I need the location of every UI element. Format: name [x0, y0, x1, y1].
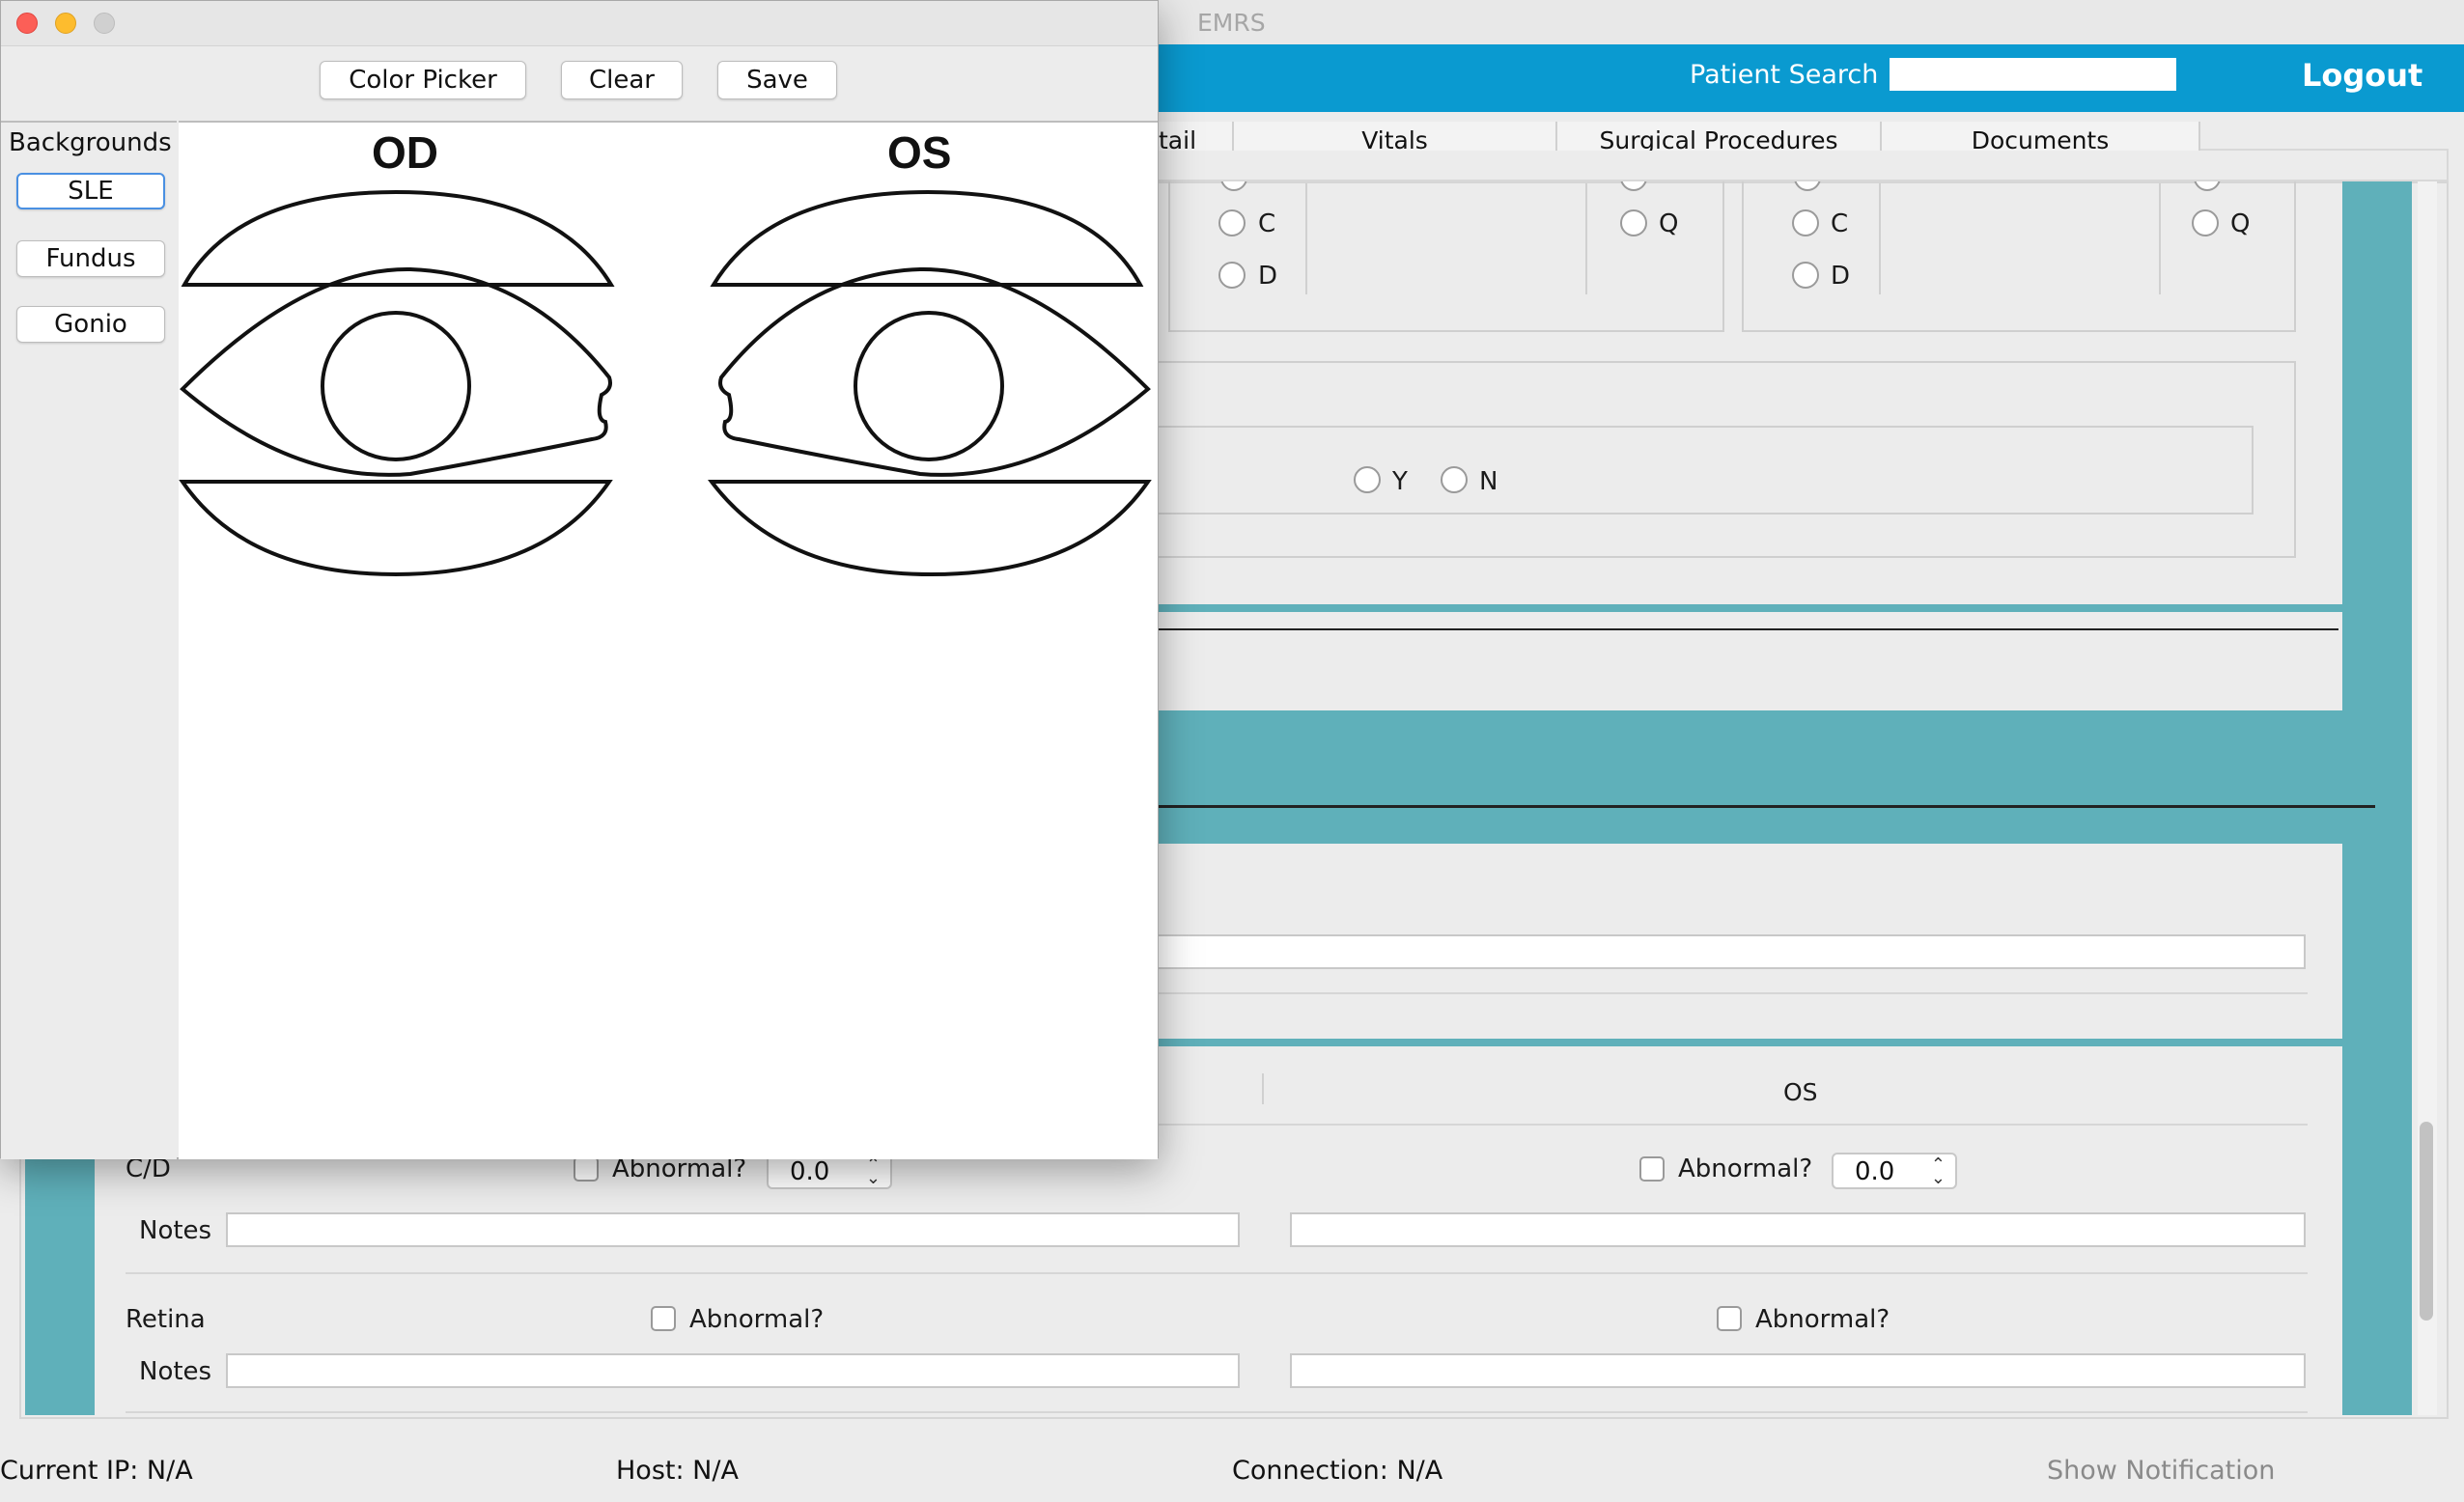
logout-button[interactable]: Logout	[2302, 57, 2422, 94]
panel-top-cover	[1159, 151, 2414, 180]
minimize-window-icon[interactable]	[55, 13, 76, 34]
radio-c-os[interactable]	[1792, 209, 1819, 236]
radio-yes[interactable]	[1354, 466, 1381, 493]
yn-panel-inner	[1149, 426, 2254, 515]
cd-os-abnormal-checkbox[interactable]	[1639, 1156, 1665, 1182]
cd-os-spinner[interactable]: 0.0 ⌃ ⌄	[1832, 1153, 1957, 1189]
drawing-title-bar	[1, 1, 1158, 46]
wide-notes-field[interactable]	[1149, 934, 2306, 969]
column-divider	[1262, 1073, 1264, 1104]
cd-od-abnormal-checkbox[interactable]	[574, 1156, 599, 1182]
radio-no[interactable]	[1441, 466, 1468, 493]
radio-q-od[interactable]	[1620, 209, 1647, 236]
color-picker-button[interactable]: Color Picker	[320, 61, 526, 99]
scrollbar-thumb[interactable]	[2420, 1122, 2433, 1321]
os-eye-diagram	[708, 190, 1152, 577]
row-divider	[126, 1272, 2308, 1274]
current-ip-status: Current IP: N/A	[0, 1456, 193, 1486]
host-status: Host: N/A	[616, 1456, 739, 1486]
os-eye-outline	[718, 266, 1151, 477]
tab-strip-line	[1159, 180, 2449, 181]
patient-search-input[interactable]	[1890, 58, 2176, 91]
section-rule	[1149, 628, 2338, 630]
os-iris-shape	[854, 311, 1004, 461]
abnormal-label: Abnormal?	[1678, 1154, 1813, 1183]
radio-d-od[interactable]	[1218, 262, 1246, 289]
os-lower-lid-shape	[708, 480, 1152, 577]
section-separator	[1149, 604, 2346, 612]
backgrounds-label: Backgrounds	[9, 128, 172, 157]
os-column-header: OS	[1783, 1078, 1818, 1106]
drawing-window: Color Picker Clear Save Backgrounds SLE …	[0, 0, 1159, 1159]
divider-vertical	[1879, 183, 1881, 294]
retina-od-abnormal-checkbox[interactable]	[651, 1306, 676, 1331]
row-divider	[1149, 1124, 2308, 1126]
radio-c-label: C	[1831, 209, 1849, 238]
notes-label: Notes	[139, 1357, 212, 1386]
radio-yes-label: Y	[1392, 467, 1408, 496]
spinner-value: 0.0	[1855, 1157, 1895, 1186]
radio-d-os[interactable]	[1792, 262, 1819, 289]
background-gonio-button[interactable]: Gonio	[16, 306, 165, 343]
show-notification-link[interactable]: Show Notification	[2047, 1456, 2275, 1486]
spinner-arrows-icon[interactable]: ⌃ ⌄	[866, 1156, 881, 1187]
radio-panel-left	[1168, 174, 1724, 332]
radio-q-os[interactable]	[2192, 209, 2219, 236]
backgrounds-sidebar: Backgrounds SLE Fundus Gonio	[1, 121, 177, 1159]
radio-q-label: Q	[1659, 209, 1679, 238]
clear-button[interactable]: Clear	[561, 61, 683, 99]
radio-d-label: D	[1831, 262, 1851, 291]
patient-search-label: Patient Search	[1690, 60, 1879, 90]
connection-status: Connection: N/A	[1232, 1456, 1443, 1486]
od-eye-outline	[180, 266, 612, 477]
divider-vertical	[2159, 183, 2161, 294]
radio-d-label: D	[1258, 262, 1278, 291]
retina-os-notes-field[interactable]	[1290, 1353, 2306, 1388]
abnormal-label: Abnormal?	[689, 1305, 825, 1334]
background-fundus-button[interactable]: Fundus	[16, 240, 165, 277]
section-header-band	[1149, 710, 2346, 844]
retina-label: Retina	[126, 1305, 206, 1334]
radio-panel-right	[1742, 174, 2296, 332]
spinner-value: 0.0	[790, 1157, 830, 1186]
retina-os-abnormal-checkbox[interactable]	[1717, 1306, 1742, 1331]
cd-os-notes-field[interactable]	[1290, 1212, 2306, 1247]
right-accent-band	[2342, 181, 2412, 1415]
od-iris-shape	[321, 311, 471, 461]
os-label: OS	[887, 127, 952, 178]
radio-c-label: C	[1258, 209, 1276, 238]
divider-vertical	[1305, 183, 1307, 294]
window-title: EMRS	[1197, 9, 1266, 37]
save-button[interactable]: Save	[717, 61, 837, 99]
cd-od-notes-field[interactable]	[226, 1212, 1240, 1247]
row-divider	[126, 1411, 2308, 1413]
spinner-arrows-icon[interactable]: ⌃ ⌄	[1931, 1156, 1946, 1187]
od-eye-diagram	[179, 190, 615, 577]
zoom-window-icon[interactable]	[94, 13, 115, 34]
radio-no-label: N	[1479, 467, 1498, 496]
notes-label: Notes	[139, 1216, 212, 1245]
abnormal-label: Abnormal?	[1755, 1305, 1890, 1334]
radio-q-label: Q	[2230, 209, 2251, 238]
background-sle-button[interactable]: SLE	[16, 173, 165, 209]
od-label: OD	[372, 127, 438, 178]
row-divider	[1149, 992, 2308, 994]
radio-c-od[interactable]	[1218, 209, 1246, 236]
od-lower-lid-shape	[179, 480, 613, 577]
drawing-canvas[interactable]: OD OS	[179, 121, 1158, 1159]
divider-vertical	[1585, 183, 1587, 294]
section-separator	[1149, 1039, 2346, 1046]
section-rule	[1149, 805, 2375, 808]
retina-od-notes-field[interactable]	[226, 1353, 1240, 1388]
close-window-icon[interactable]	[16, 13, 38, 34]
